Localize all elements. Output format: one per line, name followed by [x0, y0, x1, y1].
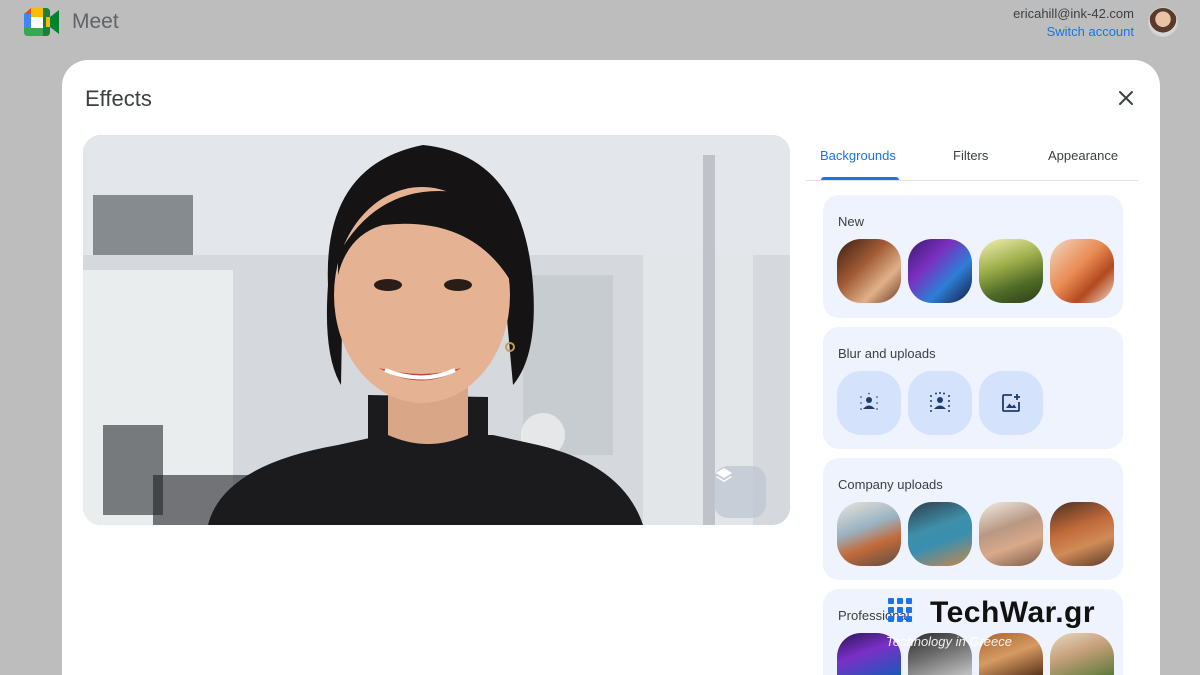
switch-account-link[interactable]: Switch account: [1047, 24, 1134, 39]
layers-icon: [716, 468, 732, 482]
background-thumbnail[interactable]: [979, 239, 1043, 303]
watermark-brand: TechWar.gr: [930, 596, 1096, 629]
avatar[interactable]: [1148, 7, 1178, 37]
background-thumbnail[interactable]: [1050, 502, 1114, 566]
section-label: New: [838, 214, 865, 229]
add-photo-icon: [1002, 394, 1020, 412]
background-thumbnail[interactable]: [1050, 239, 1114, 303]
background-thumbnail[interactable]: [837, 239, 901, 303]
blur-icon: [930, 392, 950, 412]
account-email: ericahill@ink-42.com: [1013, 6, 1134, 21]
video-preview: [83, 135, 790, 525]
app-title: Meet: [72, 10, 119, 33]
section-label: Company uploads: [838, 477, 943, 492]
effects-dialog: Effects Backgrounds Filters Appearance N…: [62, 60, 1160, 675]
section-new: New: [823, 195, 1123, 318]
background-thumbnail[interactable]: [908, 239, 972, 303]
blur-button[interactable]: [908, 371, 972, 435]
meet-logo-icon: [24, 8, 59, 36]
section-blur-uploads: Blur and uploads: [823, 327, 1123, 449]
techwar-logo-icon: [888, 598, 912, 622]
tab-appearance[interactable]: Appearance: [1048, 148, 1118, 163]
dialog-title: Effects: [85, 86, 152, 111]
section-label: Blur and uploads: [838, 346, 936, 361]
active-tab-indicator: [821, 177, 899, 180]
upload-background-button[interactable]: [979, 371, 1043, 435]
section-company-uploads: Company uploads: [823, 458, 1123, 580]
watermark-tagline: Technology in Greece: [886, 634, 1012, 649]
slight-blur-button[interactable]: [837, 371, 901, 435]
camera-image: [83, 135, 790, 525]
effects-tabs: Backgrounds Filters Appearance: [806, 135, 1138, 181]
top-bar: Meet ericahill@ink-42.com Switch account: [0, 0, 1200, 50]
background-thumbnail[interactable]: [908, 502, 972, 566]
tab-backgrounds[interactable]: Backgrounds: [820, 148, 896, 163]
watermark: TechWar.gr Technology in Greece: [886, 596, 1156, 656]
slight-blur-icon: [860, 392, 878, 410]
tab-filters[interactable]: Filters: [953, 148, 988, 163]
close-icon[interactable]: [1114, 86, 1138, 110]
layers-button[interactable]: [714, 466, 766, 518]
background-thumbnail[interactable]: [837, 502, 901, 566]
background-thumbnail[interactable]: [979, 502, 1043, 566]
